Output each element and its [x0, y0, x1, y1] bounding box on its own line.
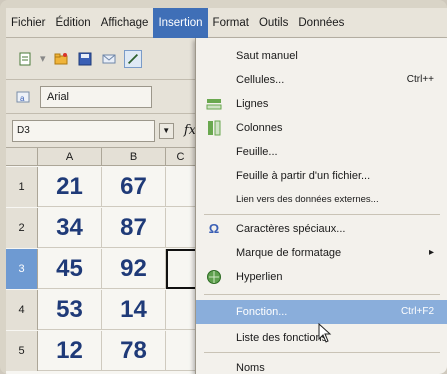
- menu-fichier[interactable]: Fichier: [6, 8, 51, 38]
- menu-item-label: Feuille...: [236, 146, 278, 158]
- cell-a4[interactable]: 53: [38, 290, 102, 330]
- menu-item-feuille-fichier[interactable]: Feuille à partir d'un fichier...: [196, 164, 447, 188]
- email-icon[interactable]: [100, 50, 118, 68]
- hyperlink-icon: [206, 269, 222, 285]
- menu-insertion[interactable]: Insertion: [153, 7, 208, 38]
- name-box[interactable]: D3: [12, 119, 155, 142]
- spreadsheet-grid: A B C 1 21 67 2 34 87 3 45 92 4 53 14 5 …: [6, 148, 198, 374]
- menu-item-fonction[interactable]: Fonction... Ctrl+F2: [196, 300, 447, 324]
- menu-item-label: Saut manuel: [236, 50, 298, 62]
- insert-columns-icon: [206, 120, 222, 136]
- table-row: 4 53 14: [6, 290, 196, 330]
- menu-separator: [204, 352, 440, 353]
- new-document-icon[interactable]: [16, 50, 34, 68]
- menu-item-label: Noms: [236, 362, 265, 374]
- cell-a5[interactable]: 12: [38, 331, 102, 371]
- formatting-toolbar: a Arial: [6, 80, 196, 114]
- save-icon[interactable]: [76, 50, 94, 68]
- cell-c4[interactable]: [166, 290, 196, 330]
- row-header[interactable]: 5: [6, 331, 38, 371]
- menu-item-hyperlien[interactable]: Hyperlien: [196, 265, 447, 289]
- app-window: Fichier Édition Affichage Insertion Form…: [0, 0, 447, 374]
- menu-item-label: Fonction...: [236, 306, 288, 318]
- menu-item-shortcut: Ctrl+F2: [400, 306, 434, 317]
- dropdown-arrow-icon[interactable]: ▾: [40, 52, 46, 65]
- row-header[interactable]: 2: [6, 208, 38, 248]
- row-header-selected[interactable]: 3: [6, 249, 38, 289]
- cell-b2[interactable]: 87: [102, 208, 166, 248]
- cell-c1[interactable]: [166, 167, 196, 207]
- menu-format[interactable]: Format: [208, 8, 254, 38]
- insert-rows-icon: [206, 96, 222, 112]
- menu-item-marque-formatage[interactable]: Marque de formatage ▸: [196, 241, 447, 265]
- mouse-pointer-icon: [318, 323, 332, 343]
- cell-b3[interactable]: 92: [102, 249, 166, 289]
- column-header-a[interactable]: A: [38, 148, 102, 166]
- column-header-b[interactable]: B: [102, 148, 166, 166]
- edit-file-icon[interactable]: [123, 49, 142, 68]
- cell-c5[interactable]: [166, 331, 196, 371]
- column-header-row: A B C: [6, 148, 196, 166]
- menu-item-label: Feuille à partir d'un fichier...: [236, 170, 371, 182]
- menu-outils[interactable]: Outils: [254, 8, 293, 38]
- menu-item-label: Lien vers des données externes...: [236, 194, 379, 205]
- menu-separator: [204, 214, 440, 215]
- menu-item-saut-manuel[interactable]: Saut manuel: [196, 44, 447, 68]
- cell-b5[interactable]: 78: [102, 331, 166, 371]
- menu-item-feuille[interactable]: Feuille...: [196, 140, 447, 164]
- menu-donnees[interactable]: Données: [293, 8, 349, 38]
- table-row: 5 12 78: [6, 331, 196, 371]
- menu-item-lignes[interactable]: Lignes: [196, 92, 447, 116]
- standard-toolbar: ▾: [6, 38, 196, 80]
- menu-affichage[interactable]: Affichage: [96, 8, 154, 38]
- formula-bar: D3 ▼ fx: [6, 114, 196, 148]
- menu-item-cellules[interactable]: Cellules... Ctrl++: [196, 68, 447, 92]
- row-header[interactable]: 4: [6, 290, 38, 330]
- styles-icon[interactable]: a: [14, 88, 32, 106]
- table-row: 2 34 87: [6, 208, 196, 248]
- menu-edition[interactable]: Édition: [51, 8, 96, 38]
- svg-text:a: a: [20, 94, 25, 103]
- cell-a3[interactable]: 45: [38, 249, 102, 289]
- menu-item-label: Liste des fonctions: [236, 332, 328, 344]
- special-characters-icon: Ω: [208, 221, 220, 236]
- name-box-dropdown-icon[interactable]: ▼: [158, 122, 174, 139]
- cell-a1[interactable]: 21: [38, 167, 102, 207]
- table-row: 3 45 92: [6, 249, 198, 289]
- menu-item-label: Colonnes: [236, 122, 283, 134]
- cell-c2[interactable]: [166, 208, 196, 248]
- menu-separator: [204, 294, 440, 295]
- font-name-box[interactable]: Arial: [40, 85, 152, 108]
- menu-item-caracteres-speciaux[interactable]: Ω Caractères spéciaux...: [196, 217, 447, 241]
- menubar: Fichier Édition Affichage Insertion Form…: [6, 7, 447, 38]
- menu-item-colonnes[interactable]: Colonnes: [196, 116, 447, 140]
- active-cell-cursor[interactable]: [166, 249, 198, 289]
- menu-item-label: Hyperlien: [236, 271, 283, 283]
- cell-reference: D3: [17, 124, 30, 136]
- open-folder-icon[interactable]: [52, 50, 70, 68]
- menu-item-lien-externe[interactable]: Lien vers des données externes...: [196, 188, 447, 212]
- menu-item-noms[interactable]: Noms: [196, 356, 447, 374]
- table-row: 1 21 67: [6, 167, 196, 207]
- corner-cell[interactable]: [6, 148, 38, 166]
- column-header-c[interactable]: C: [166, 148, 196, 166]
- cell-b4[interactable]: 14: [102, 290, 166, 330]
- cell-a2[interactable]: 34: [38, 208, 102, 248]
- menu-item-shortcut: Ctrl++: [406, 74, 434, 85]
- row-header[interactable]: 1: [6, 167, 38, 207]
- menu-item-label: Cellules...: [236, 74, 285, 86]
- menu-item-label: Lignes: [236, 98, 269, 110]
- cell-b1[interactable]: 67: [102, 167, 166, 207]
- menu-item-label: Caractères spéciaux...: [236, 223, 346, 235]
- submenu-arrow-icon: ▸: [428, 247, 434, 258]
- menu-item-label: Marque de formatage: [236, 247, 342, 259]
